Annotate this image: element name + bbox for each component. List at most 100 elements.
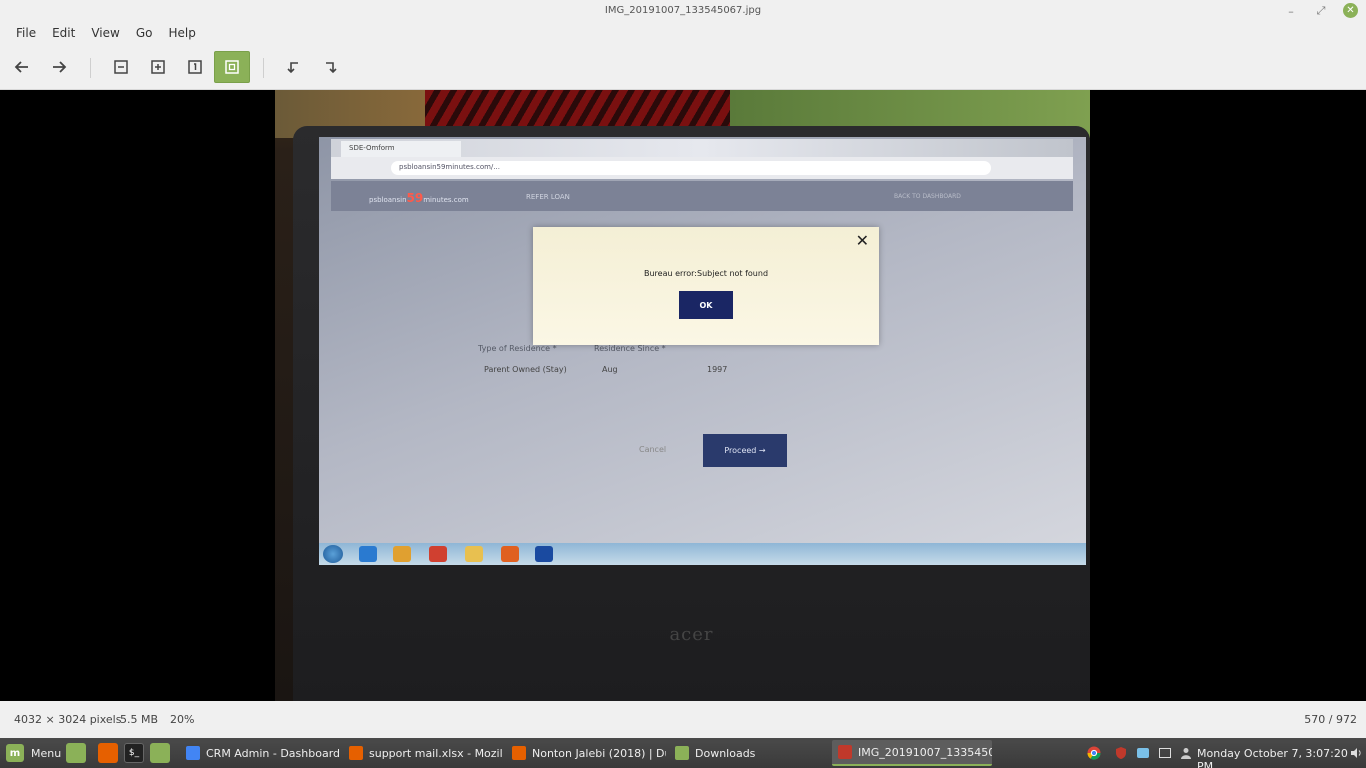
photo-proceed-button: Proceed → bbox=[703, 434, 787, 467]
minimize-icon[interactable]: – bbox=[1282, 2, 1300, 20]
task-crm-admin[interactable]: CRM Admin - Dashboard - ... bbox=[180, 740, 340, 766]
cloud-sync-icon[interactable] bbox=[1135, 745, 1151, 761]
terminal-launcher-icon[interactable]: $_ bbox=[124, 743, 144, 763]
task-label: Downloads bbox=[695, 746, 756, 760]
window-title: IMG_20191007_133545067.jpg bbox=[604, 5, 762, 16]
menu-help[interactable]: Help bbox=[160, 26, 203, 40]
menu-file[interactable]: File bbox=[8, 26, 44, 40]
photo-field-type-label: Type of Residence * bbox=[478, 344, 557, 353]
user-icon[interactable] bbox=[1178, 745, 1194, 761]
menu-label: Menu bbox=[31, 746, 62, 760]
back-button[interactable] bbox=[4, 51, 40, 83]
photo-ie-icon bbox=[359, 546, 377, 562]
close-icon[interactable]: ✕ bbox=[1343, 3, 1358, 18]
task-downloads[interactable]: Downloads bbox=[669, 740, 829, 766]
zoom-out-icon bbox=[114, 60, 128, 74]
task-label: support mail.xlsx - Mozilla ... bbox=[369, 746, 503, 760]
zoom-out-button[interactable] bbox=[103, 51, 139, 83]
shield-icon[interactable] bbox=[1113, 745, 1129, 761]
toolbar bbox=[0, 44, 1366, 90]
forward-button[interactable] bbox=[41, 51, 77, 83]
task-label: IMG_20191007_133545067.jpg bbox=[858, 745, 992, 759]
firefox-icon bbox=[349, 746, 363, 760]
zoom-original-icon bbox=[188, 60, 202, 74]
title-bar: IMG_20191007_133545067.jpg – ⤢ ✕ bbox=[0, 0, 1366, 22]
status-bar: 4032 × 3024 pixels 5.5 MB 20% 570 / 972 bbox=[0, 701, 1366, 738]
notification-icon[interactable] bbox=[1157, 745, 1173, 761]
photo: acer SDE-Omform psbloansin59minutes.com/… bbox=[275, 90, 1090, 701]
zoom-fit-button[interactable] bbox=[214, 51, 250, 83]
menu-edit[interactable]: Edit bbox=[44, 26, 83, 40]
photo-browser-tabs: SDE-Omform bbox=[331, 139, 1073, 157]
volume-icon[interactable] bbox=[1348, 745, 1364, 761]
logo-prefix: psbloansin bbox=[369, 196, 407, 204]
toolbar-separator bbox=[90, 58, 91, 78]
photo-browser-tab: SDE-Omform bbox=[341, 141, 461, 157]
photo-folder-icon bbox=[465, 546, 483, 562]
zoom-original-button[interactable] bbox=[177, 51, 213, 83]
photo-dialog-ok-button: OK bbox=[679, 291, 733, 319]
rotate-right-icon bbox=[326, 62, 337, 74]
photo-field-residence-label: Residence Since * bbox=[594, 344, 666, 353]
rotate-right-button[interactable] bbox=[313, 51, 349, 83]
photo-address-field: psbloansin59minutes.com/... bbox=[391, 161, 991, 175]
logo-suffix: minutes.com bbox=[423, 196, 469, 204]
chrome-tray-icon[interactable] bbox=[1086, 745, 1102, 761]
task-label: Nonton Jalebi (2018) | Duta... bbox=[532, 746, 666, 760]
rotate-left-button[interactable] bbox=[275, 51, 311, 83]
task-nonton-jalebi[interactable]: Nonton Jalebi (2018) | Duta... bbox=[506, 740, 666, 766]
zoom-in-icon bbox=[151, 60, 165, 74]
menu-view[interactable]: View bbox=[83, 26, 127, 40]
photo-address-bar: psbloansin59minutes.com/... bbox=[331, 157, 1073, 179]
photo-field-year-value: 1997 bbox=[707, 365, 728, 374]
photo-field-month-value: Aug bbox=[602, 365, 618, 374]
photo-app-header: psbloansin59minutes.com REFER LOAN BACK … bbox=[331, 181, 1073, 211]
start-menu-button[interactable]: m Menu bbox=[0, 741, 67, 765]
photo-error-dialog: ✕ Bureau error:Subject not found OK bbox=[533, 227, 879, 345]
laptop-brand: acer bbox=[669, 624, 714, 645]
show-desktop-icon[interactable] bbox=[66, 743, 86, 763]
image-viewport[interactable]: acer SDE-Omform psbloansin59minutes.com/… bbox=[0, 90, 1366, 701]
chrome-icon bbox=[186, 746, 200, 760]
arrow-left-icon bbox=[14, 61, 28, 73]
mint-logo-icon: m bbox=[6, 744, 24, 762]
image-dimensions: 4032 × 3024 pixels bbox=[14, 713, 122, 726]
firefox-launcher-icon[interactable] bbox=[98, 743, 118, 763]
arrow-right-icon bbox=[53, 61, 67, 73]
firefox-icon bbox=[512, 746, 526, 760]
photo-logo: psbloansin59minutes.com bbox=[369, 191, 469, 205]
menu-go[interactable]: Go bbox=[128, 26, 161, 40]
photo-chrome-icon bbox=[429, 546, 447, 562]
task-label: CRM Admin - Dashboard - ... bbox=[206, 746, 340, 760]
task-support-mail[interactable]: support mail.xlsx - Mozilla ... bbox=[343, 740, 503, 766]
photo-back-dashboard: BACK TO DASHBOARD bbox=[894, 193, 961, 200]
folder-icon bbox=[675, 746, 689, 760]
photo-start-orb-icon bbox=[323, 545, 343, 563]
photo-dialog-close-icon: ✕ bbox=[855, 231, 869, 250]
photo-photoshop-icon bbox=[535, 546, 553, 562]
photo-media-icon bbox=[393, 546, 411, 562]
photo-dialog-message: Bureau error:Subject not found bbox=[643, 269, 769, 278]
bottom-panel: m Menu $_ CRM Admin - Dashboard - ... su… bbox=[0, 738, 1366, 768]
zoom-fit-icon bbox=[225, 60, 239, 74]
photo-refer-loan: REFER LOAN bbox=[526, 193, 570, 201]
photo-field-type-value: Parent Owned (Stay) bbox=[484, 365, 567, 374]
logo-number: 59 bbox=[406, 191, 424, 205]
image-position: 570 / 972 bbox=[1304, 713, 1357, 726]
file-size: 5.5 MB bbox=[120, 713, 159, 726]
zoom-level: 20% bbox=[170, 713, 195, 726]
image-viewer-icon bbox=[838, 745, 852, 759]
photo-firefox-icon bbox=[501, 546, 519, 562]
photo-cloth bbox=[425, 90, 745, 130]
photo-cancel-button: Cancel bbox=[639, 445, 667, 454]
photo-windows-taskbar bbox=[319, 543, 1086, 565]
task-image-viewer[interactable]: IMG_20191007_133545067.jpg bbox=[832, 740, 992, 766]
files-launcher-icon[interactable] bbox=[150, 743, 170, 763]
maximize-icon[interactable]: ⤢ bbox=[1312, 2, 1330, 20]
zoom-in-button[interactable] bbox=[140, 51, 176, 83]
clock[interactable]: Monday October 7, 3:07:20 PM bbox=[1197, 747, 1366, 768]
toolbar-separator bbox=[263, 58, 264, 78]
photo-laptop-screen: SDE-Omform psbloansin59minutes.com/... p… bbox=[319, 137, 1086, 565]
rotate-left-icon bbox=[287, 62, 298, 74]
menu-bar: File Edit View Go Help bbox=[0, 22, 1366, 44]
